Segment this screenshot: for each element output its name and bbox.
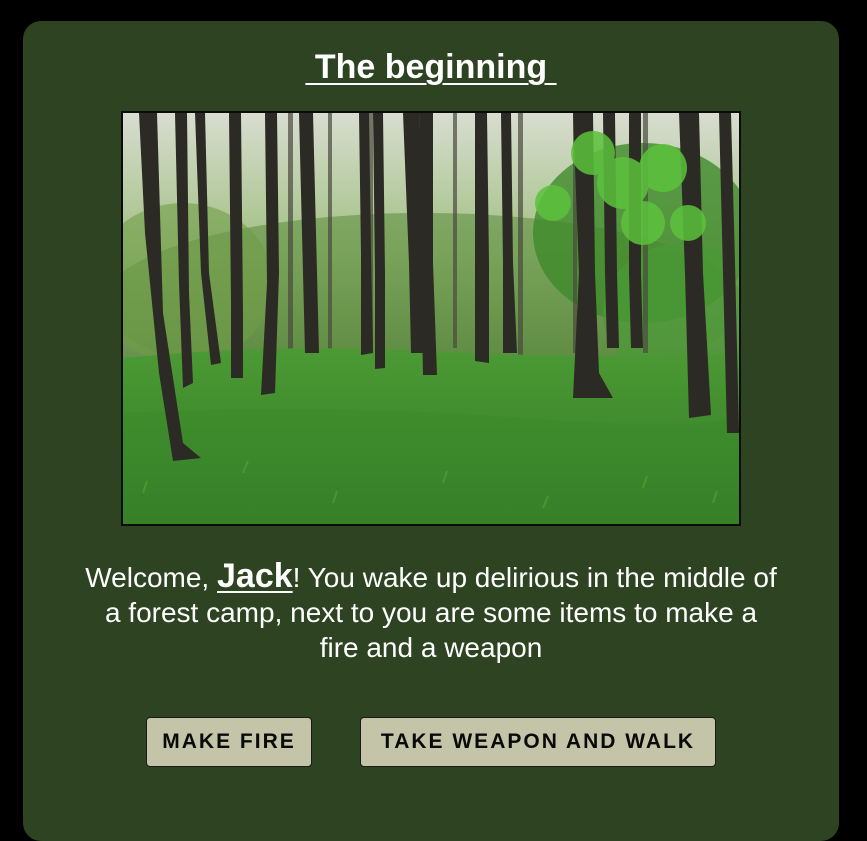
game-panel: The beginning Welcome, Jack! You wake up…: [23, 21, 839, 841]
player-name: Jack: [217, 557, 293, 595]
take-weapon-and-walk-button[interactable]: Take Weapon And Walk: [360, 717, 716, 767]
page-title: The beginning: [305, 48, 557, 86]
story-text: Welcome, Jack! You wake up delirious in …: [83, 559, 779, 665]
greeting-text: Welcome,: [85, 562, 217, 593]
forest-scene-image: [121, 111, 741, 526]
make-fire-button[interactable]: Make Fire: [146, 717, 312, 767]
forest-illustration: [123, 113, 739, 524]
